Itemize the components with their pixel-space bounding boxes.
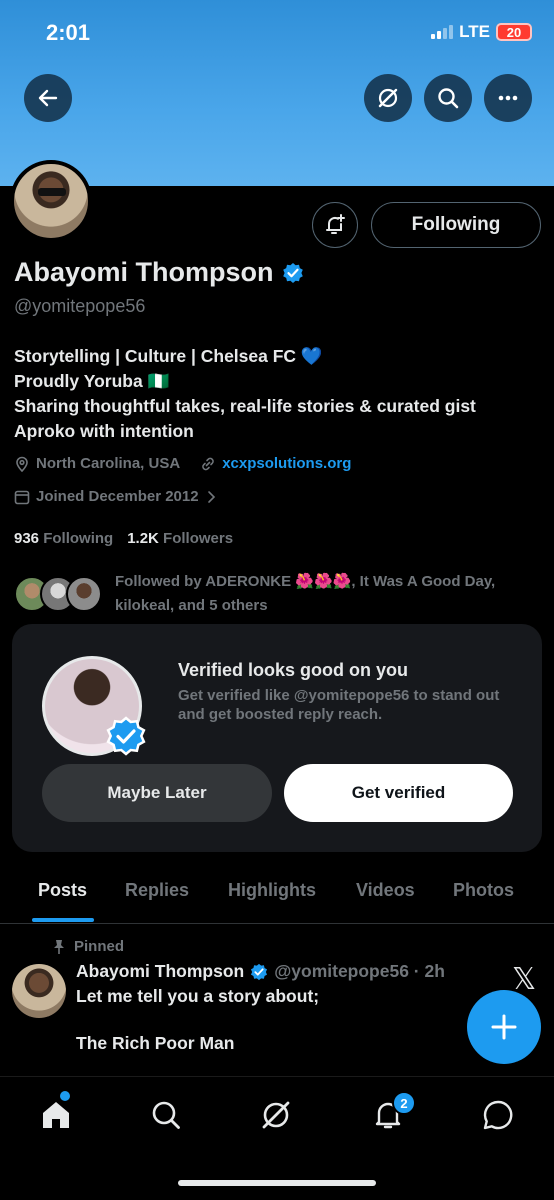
compose-button[interactable] bbox=[467, 990, 541, 1064]
following-count-link[interactable]: 936 Following bbox=[14, 530, 113, 547]
nav-messages[interactable] bbox=[478, 1095, 518, 1135]
nav-grok[interactable] bbox=[256, 1095, 296, 1135]
bell-plus-icon bbox=[326, 214, 345, 234]
nav-home[interactable] bbox=[36, 1095, 76, 1135]
profile-name-row: Abayomi Thompson bbox=[14, 257, 304, 288]
promo-description: Get verified like @yomitepope56 to stand… bbox=[178, 687, 500, 723]
verified-badge-icon bbox=[251, 963, 268, 980]
tab-posts[interactable]: Posts bbox=[38, 880, 87, 901]
followers-count-link[interactable]: 1.2K Followers bbox=[127, 530, 233, 547]
back-button[interactable] bbox=[24, 74, 72, 122]
following-button[interactable]: Following bbox=[371, 202, 541, 248]
battery-icon: 20 bbox=[496, 23, 532, 41]
pin-icon bbox=[54, 939, 64, 954]
tab-highlights[interactable]: Highlights bbox=[228, 880, 316, 901]
calendar-icon bbox=[14, 490, 30, 504]
tab-videos[interactable]: Videos bbox=[356, 880, 415, 901]
post-author[interactable]: Abayomi Thompson bbox=[76, 961, 244, 982]
pinned-label: Pinned bbox=[52, 938, 124, 955]
verified-badge-icon bbox=[106, 716, 146, 756]
joined-row[interactable]: Joined December 2012 bbox=[14, 488, 217, 505]
grok-icon bbox=[262, 1101, 290, 1129]
get-verified-button[interactable]: Get verified bbox=[284, 764, 513, 822]
notification-badge: 2 bbox=[392, 1091, 416, 1115]
follow-counts: 936 Following 1.2K Followers bbox=[14, 530, 233, 547]
post-text: Let me tell you a story about; bbox=[76, 986, 320, 1006]
followed-by-avatars[interactable] bbox=[14, 576, 104, 614]
tab-photos[interactable]: Photos bbox=[453, 880, 514, 901]
more-button[interactable] bbox=[484, 74, 532, 122]
signal-icon bbox=[431, 25, 454, 39]
avatar bbox=[66, 576, 102, 612]
active-tab-indicator bbox=[32, 918, 94, 922]
status-indicators: LTE 20 bbox=[431, 22, 532, 42]
profile-bio: Storytelling | Culture | Chelsea FC 💙 Pr… bbox=[14, 344, 476, 444]
profile-avatar[interactable] bbox=[10, 160, 92, 242]
search-icon bbox=[438, 88, 459, 109]
profile-website-link[interactable]: xcxpsolutions.org bbox=[222, 455, 351, 472]
home-indicator bbox=[178, 1180, 376, 1186]
verified-badge-icon[interactable] bbox=[282, 262, 304, 284]
message-bubble-icon bbox=[483, 1100, 513, 1130]
notify-button[interactable] bbox=[312, 202, 358, 248]
profile-tabs: Posts Replies Highlights Videos Photos bbox=[0, 868, 554, 924]
home-unread-dot bbox=[60, 1091, 70, 1101]
network-type: LTE bbox=[459, 22, 490, 41]
search-button[interactable] bbox=[424, 74, 472, 122]
maybe-later-button[interactable]: Maybe Later bbox=[42, 764, 272, 822]
promo-title: Verified looks good on you bbox=[178, 660, 409, 680]
search-icon bbox=[152, 1101, 180, 1129]
grok-button[interactable] bbox=[364, 74, 412, 122]
link-icon bbox=[202, 457, 214, 470]
location-pin-icon bbox=[16, 456, 28, 472]
post-header: Abayomi Thompson @yomitepope56 · 2h bbox=[76, 961, 445, 982]
more-horizontal-icon bbox=[498, 95, 518, 101]
arrow-left-icon bbox=[38, 89, 58, 107]
tab-replies[interactable]: Replies bbox=[125, 880, 189, 901]
bio-line: Proudly Yoruba 🇳🇬 bbox=[14, 371, 170, 391]
profile-name: Abayomi Thompson bbox=[14, 257, 274, 287]
profile-handle: @yomitepope56 bbox=[14, 296, 146, 316]
plus-icon bbox=[491, 1014, 517, 1040]
home-icon bbox=[43, 1102, 69, 1128]
profile-joined: Joined December 2012 bbox=[36, 488, 199, 505]
bio-line: Aproko with intention bbox=[14, 421, 194, 441]
post-text: The Rich Poor Man bbox=[76, 1033, 235, 1053]
grok-icon bbox=[378, 88, 398, 108]
bio-line: Storytelling | Culture | Chelsea FC 💙 bbox=[14, 346, 323, 366]
status-time: 2:01 bbox=[46, 20, 91, 45]
followed-by-text[interactable]: Followed by ADERONKE 🌺🌺🌺, It Was A Good … bbox=[115, 570, 535, 618]
post-avatar[interactable] bbox=[12, 964, 66, 1018]
bio-line: Sharing thoughtful takes, real-life stor… bbox=[14, 396, 476, 416]
nav-search[interactable] bbox=[146, 1095, 186, 1135]
post-handle-time: @yomitepope56 · 2h bbox=[274, 961, 445, 981]
profile-meta-row: North Carolina, USA xcxpsolutions.org bbox=[14, 455, 351, 472]
profile-location: North Carolina, USA bbox=[36, 455, 181, 472]
chevron-right-icon bbox=[207, 490, 215, 503]
verified-promo-card: Verified looks good on you Get verified … bbox=[12, 624, 542, 852]
